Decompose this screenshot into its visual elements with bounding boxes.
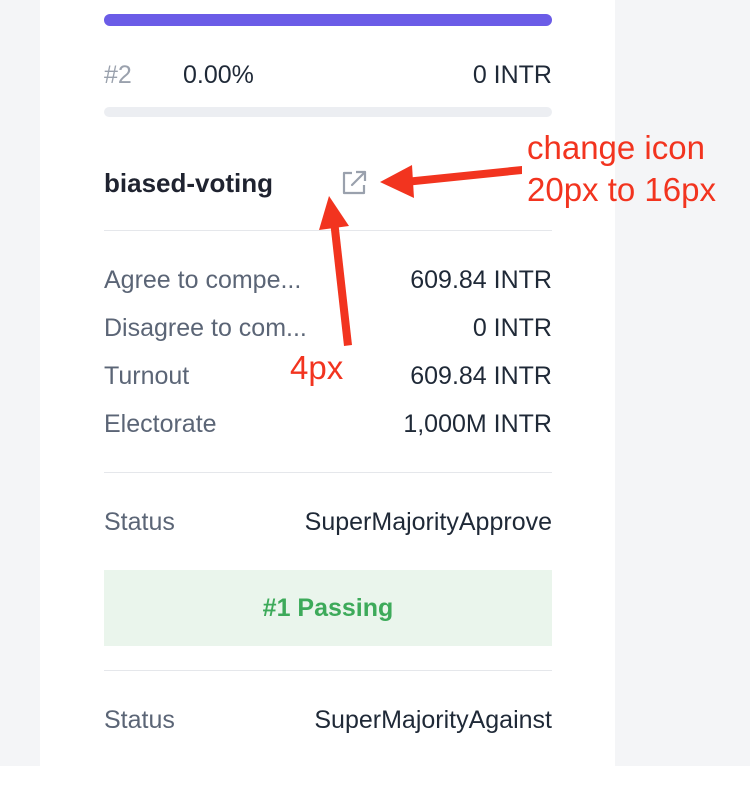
option-rank: #2 [104, 61, 132, 89]
status-label: Status [104, 508, 175, 536]
stat-label-turnout: Turnout [104, 362, 190, 390]
option-votes: 0 INTR [472, 61, 552, 89]
stat-label-agree: Agree to compe... [104, 266, 302, 294]
external-link-icon[interactable] [339, 168, 369, 198]
status-label: Status [104, 706, 175, 734]
top-progress-fill [104, 14, 552, 26]
status-value-approve: SuperMajorityApprove [304, 508, 552, 536]
option-progress-track [104, 107, 552, 117]
referendum-title[interactable]: biased-voting [104, 168, 273, 198]
stat-value-disagree: 0 INTR [472, 314, 552, 342]
option-percentage: 0.00% [183, 61, 254, 89]
stat-label-electorate: Electorate [104, 410, 217, 438]
stat-value-turnout: 609.84 INTR [410, 362, 552, 390]
annotation-change-icon-line1: change icon [527, 129, 705, 166]
annotation-spacing: 4px [290, 349, 344, 386]
passing-badge: #1 Passing [104, 570, 552, 646]
divider [104, 670, 552, 671]
page-background-strip [0, 766, 750, 786]
stat-value-agree: 609.84 INTR [410, 266, 552, 294]
divider [104, 230, 552, 231]
divider [104, 472, 552, 473]
stat-label-disagree: Disagree to com... [104, 314, 307, 342]
annotation-change-icon-line2: 20px to 16px [527, 171, 716, 208]
stat-value-electorate: 1,000M INTR [403, 410, 552, 438]
status-value-against: SuperMajorityAgainst [314, 706, 552, 734]
